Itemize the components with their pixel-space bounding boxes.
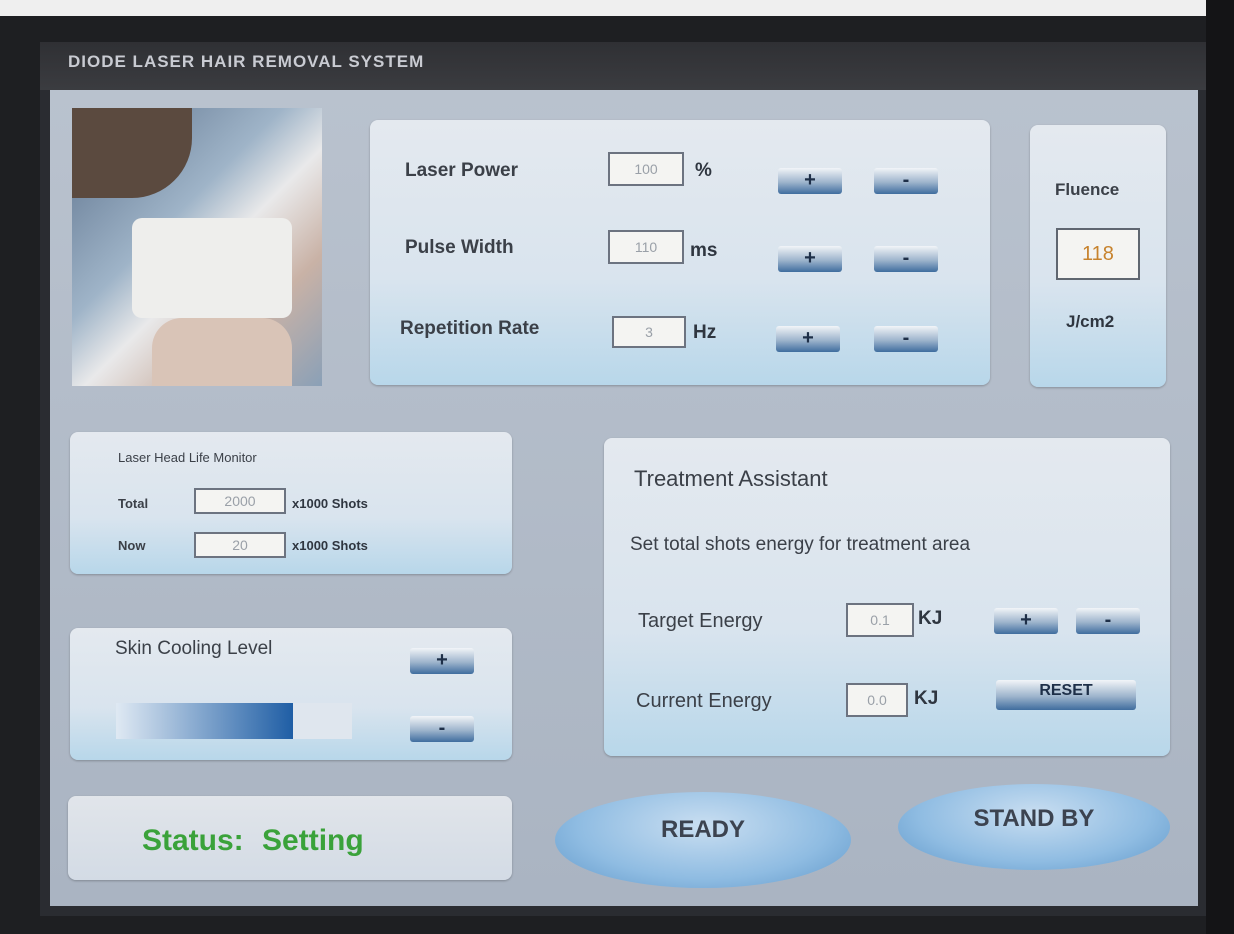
repetition-rate-field[interactable]: 3 <box>612 316 686 348</box>
target-energy-minus-button[interactable]: - <box>1076 608 1140 634</box>
life-now-unit: x1000 Shots <box>292 538 368 553</box>
repetition-rate-unit: Hz <box>693 322 717 343</box>
reset-button[interactable]: RESET <box>996 680 1136 710</box>
repetition-rate-minus-button[interactable]: - <box>874 326 938 352</box>
target-energy-field[interactable]: 0.1 <box>846 603 914 637</box>
fluence-label: Fluence <box>1055 180 1120 199</box>
life-monitor-title: Laser Head Life Monitor <box>118 450 257 465</box>
status-label: Status: <box>142 824 244 857</box>
treatment-title: Treatment Assistant <box>634 466 828 491</box>
cooling-level-track <box>116 703 352 739</box>
life-total-unit: x1000 Shots <box>292 496 368 511</box>
treatment-photo <box>72 108 322 386</box>
cooling-minus-button[interactable]: - <box>410 716 474 742</box>
current-energy-field: 0.0 <box>846 683 908 717</box>
life-now-field: 20 <box>194 532 286 558</box>
pulse-width-minus-button[interactable]: - <box>874 246 938 272</box>
ready-button[interactable]: READY <box>555 792 851 888</box>
laser-power-label: Laser Power <box>405 160 518 181</box>
bezel-top <box>0 0 1234 16</box>
bezel-right <box>1206 0 1234 934</box>
title-bar: DIODE LASER HAIR REMOVAL SYSTEM <box>40 42 1210 90</box>
life-now-label: Now <box>118 538 146 553</box>
laser-power-field[interactable]: 100 <box>608 152 684 186</box>
pulse-width-plus-button[interactable]: + <box>778 246 842 272</box>
life-total-field: 2000 <box>194 488 286 514</box>
laser-power-unit: % <box>695 160 712 181</box>
current-energy-unit: KJ <box>914 688 939 709</box>
standby-button[interactable]: STAND BY <box>898 784 1170 870</box>
pulse-width-unit: ms <box>690 240 718 261</box>
current-energy-label: Current Energy <box>636 690 772 712</box>
cooling-plus-button[interactable]: + <box>410 648 474 674</box>
app-title: DIODE LASER HAIR REMOVAL SYSTEM <box>68 52 425 71</box>
pulse-width-field[interactable]: 110 <box>608 230 684 264</box>
target-energy-unit: KJ <box>918 608 943 629</box>
target-energy-plus-button[interactable]: + <box>994 608 1058 634</box>
fluence-value: 118 <box>1056 228 1140 280</box>
laser-power-minus-button[interactable]: - <box>874 168 938 194</box>
repetition-rate-label: Repetition Rate <box>400 318 540 339</box>
pulse-width-label: Pulse Width <box>405 237 514 258</box>
cooling-level-fill <box>116 703 293 739</box>
laser-power-plus-button[interactable]: + <box>778 168 842 194</box>
repetition-rate-plus-button[interactable]: + <box>776 326 840 352</box>
target-energy-label: Target Energy <box>638 610 763 632</box>
skin-cooling-title: Skin Cooling Level <box>115 638 273 659</box>
status-text: Status: Setting <box>142 824 364 858</box>
treatment-subtitle: Set total shots energy for treatment are… <box>630 534 971 555</box>
life-total-label: Total <box>118 496 149 511</box>
status-value: Setting <box>262 824 364 857</box>
fluence-unit: J/cm2 <box>1066 312 1115 331</box>
